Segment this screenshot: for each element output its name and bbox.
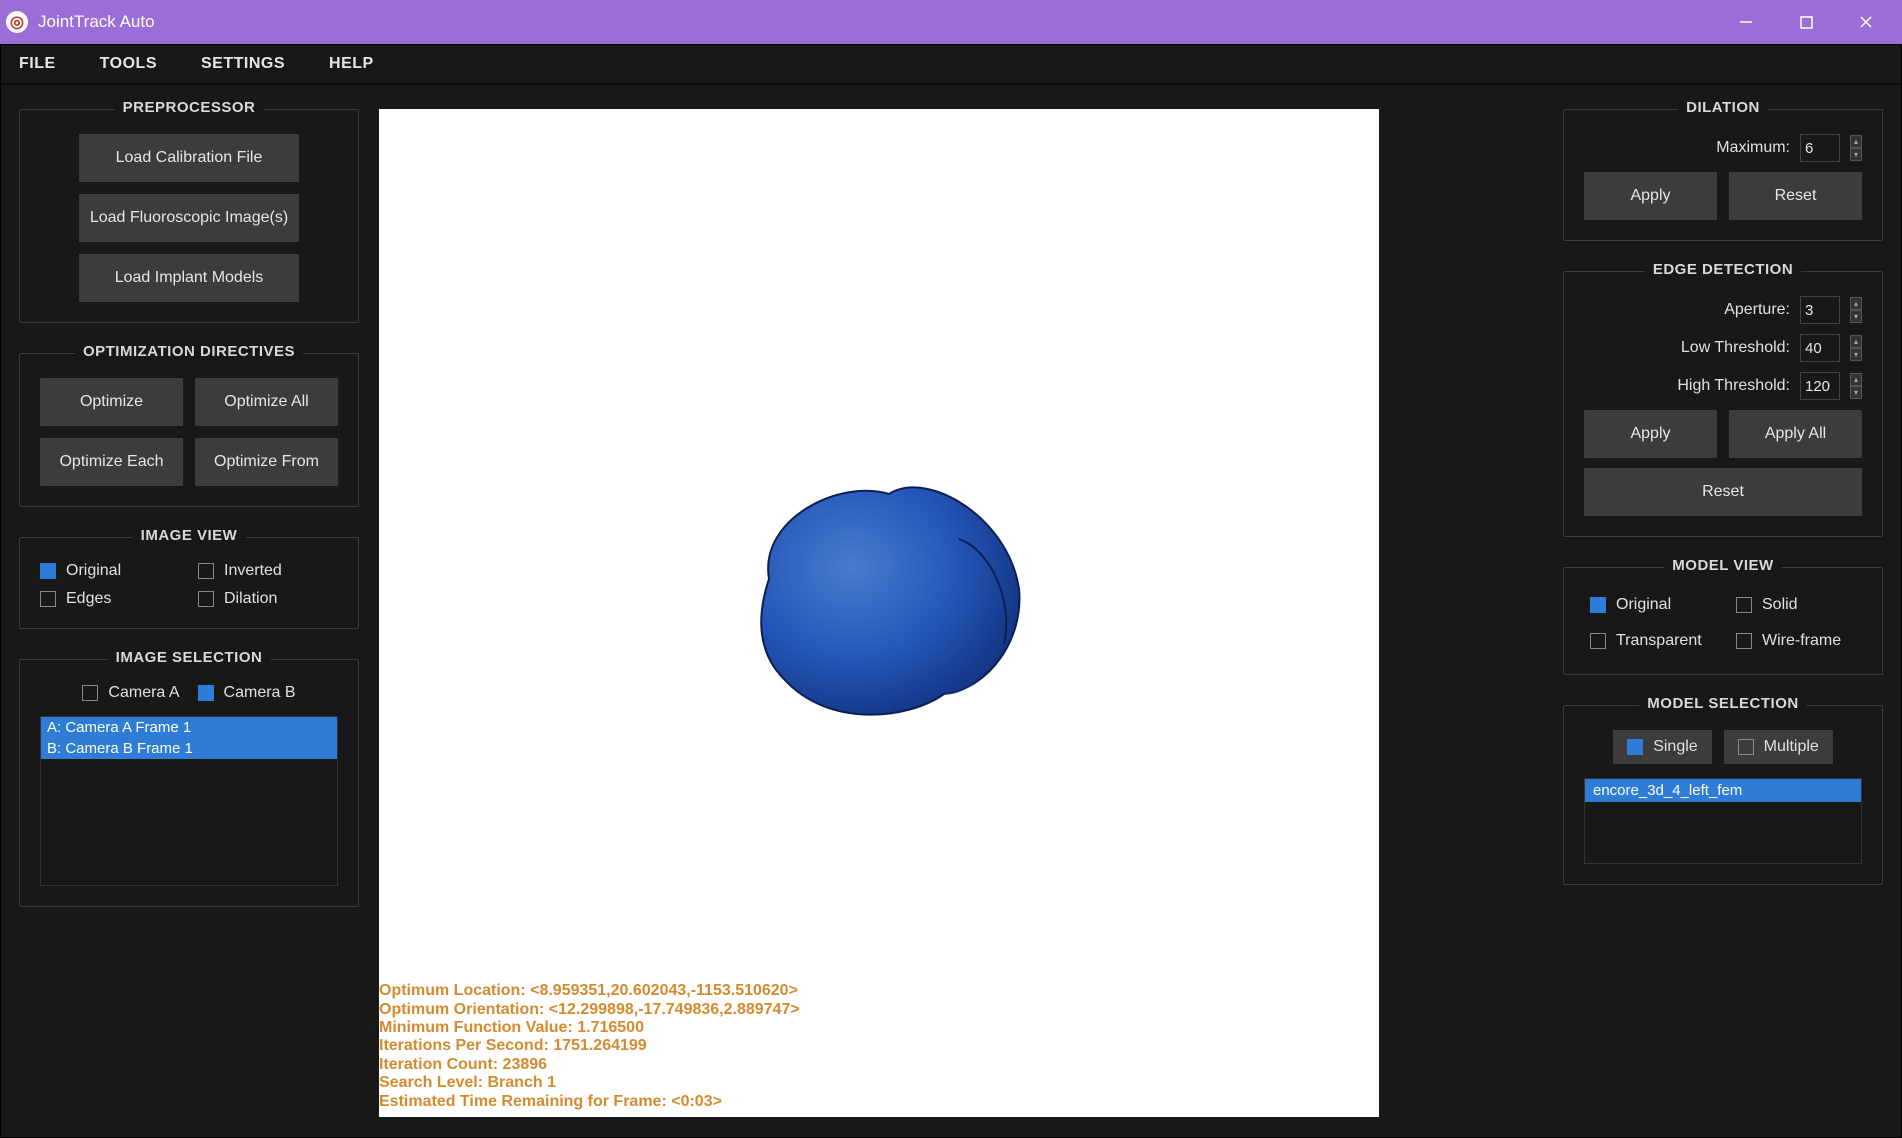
dilation-panel: DILATION Maximum: ▴▾ Apply Reset — [1563, 109, 1883, 241]
optimization-title: OPTIMIZATION DIRECTIVES — [75, 343, 303, 360]
image-view-inverted-checkbox[interactable]: Inverted — [198, 562, 338, 580]
load-calibration-button[interactable]: Load Calibration File — [79, 134, 299, 182]
optimize-each-button[interactable]: Optimize Each — [40, 438, 183, 486]
optimize-all-button[interactable]: Optimize All — [195, 378, 338, 426]
viewport[interactable]: Optimum Location: <8.959351,20.602043,-1… — [379, 109, 1379, 1117]
image-view-panel: IMAGE VIEW Original Inverted Edges Dilat… — [19, 537, 359, 629]
load-implant-button[interactable]: Load Implant Models — [79, 254, 299, 302]
model-view-panel: MODEL VIEW Original Solid Transparent Wi… — [1563, 567, 1883, 675]
image-view-edges-checkbox[interactable]: Edges — [40, 590, 180, 608]
menu-tools[interactable]: TOOLS — [100, 55, 157, 73]
dilation-title: DILATION — [1678, 99, 1768, 116]
optimization-panel: OPTIMIZATION DIRECTIVES Optimize Optimiz… — [19, 353, 359, 507]
aperture-input[interactable] — [1800, 296, 1840, 324]
list-item[interactable]: encore_3d_4_left_fem — [1585, 779, 1861, 802]
preprocessor-panel: PREPROCESSOR Load Calibration File Load … — [19, 109, 359, 323]
overlay-line: Estimated Time Remaining for Frame: <0:0… — [379, 1093, 800, 1111]
overlay-line: Optimum Orientation: <12.299898,-17.7498… — [379, 1001, 800, 1019]
titlebar[interactable]: ◎ JointTrack Auto — [0, 0, 1902, 44]
image-view-dilation-checkbox[interactable]: Dilation — [198, 590, 338, 608]
image-selection-panel: IMAGE SELECTION Camera A Camera B A: Cam… — [19, 659, 359, 907]
status-overlay: Optimum Location: <8.959351,20.602043,-1… — [379, 978, 800, 1117]
overlay-line: Search Level: Branch 1 — [379, 1074, 800, 1092]
high-threshold-input[interactable] — [1800, 372, 1840, 400]
dilation-apply-button[interactable]: Apply — [1584, 172, 1717, 220]
edge-apply-button[interactable]: Apply — [1584, 410, 1717, 458]
model-selection-single[interactable]: Single — [1613, 730, 1711, 764]
maximize-button[interactable] — [1776, 0, 1836, 44]
close-button[interactable] — [1836, 0, 1896, 44]
model-selection-multiple[interactable]: Multiple — [1724, 730, 1833, 764]
menu-settings[interactable]: SETTINGS — [201, 55, 285, 73]
minimize-button[interactable] — [1716, 0, 1776, 44]
implant-model-render — [709, 459, 1049, 739]
app-icon: ◎ — [6, 11, 28, 33]
menu-file[interactable]: FILE — [19, 55, 56, 73]
dilation-reset-button[interactable]: Reset — [1729, 172, 1862, 220]
high-threshold-label: High Threshold: — [1677, 377, 1790, 395]
load-fluoroscopic-button[interactable]: Load Fluoroscopic Image(s) — [79, 194, 299, 242]
overlay-line: Minimum Function Value: 1.716500 — [379, 1019, 800, 1037]
window-title: JointTrack Auto — [38, 12, 155, 32]
high-threshold-spinner[interactable]: ▴▾ — [1850, 373, 1862, 399]
overlay-line: Iteration Count: 23896 — [379, 1056, 800, 1074]
aperture-label: Aperture: — [1724, 301, 1790, 319]
menu-help[interactable]: HELP — [329, 55, 374, 73]
edge-detection-title: EDGE DETECTION — [1645, 261, 1801, 278]
low-threshold-spinner[interactable]: ▴▾ — [1850, 335, 1862, 361]
list-item[interactable]: B: Camera B Frame 1 — [41, 738, 337, 759]
camera-a-checkbox[interactable]: Camera A — [82, 684, 179, 702]
image-selection-list[interactable]: A: Camera A Frame 1 B: Camera B Frame 1 — [40, 716, 338, 886]
image-selection-title: IMAGE SELECTION — [108, 649, 271, 666]
overlay-line: Optimum Location: <8.959351,20.602043,-1… — [379, 982, 800, 1000]
overlay-line: Iterations Per Second: 1751.264199 — [379, 1037, 800, 1055]
optimize-from-button[interactable]: Optimize From — [195, 438, 338, 486]
image-view-original-checkbox[interactable]: Original — [40, 562, 180, 580]
model-view-transparent-checkbox[interactable]: Transparent — [1584, 628, 1716, 654]
low-threshold-label: Low Threshold: — [1681, 339, 1790, 357]
edge-detection-panel: EDGE DETECTION Aperture: ▴▾ Low Threshol… — [1563, 271, 1883, 537]
preprocessor-title: PREPROCESSOR — [115, 99, 264, 116]
model-view-title: MODEL VIEW — [1664, 557, 1781, 574]
edge-apply-all-button[interactable]: Apply All — [1729, 410, 1862, 458]
optimize-button[interactable]: Optimize — [40, 378, 183, 426]
model-view-solid-checkbox[interactable]: Solid — [1730, 592, 1862, 618]
list-item[interactable]: A: Camera A Frame 1 — [41, 717, 337, 738]
model-selection-title: MODEL SELECTION — [1639, 695, 1806, 712]
model-view-wireframe-checkbox[interactable]: Wire-frame — [1730, 628, 1862, 654]
low-threshold-input[interactable] — [1800, 334, 1840, 362]
menubar: FILE TOOLS SETTINGS HELP — [1, 45, 1901, 85]
dilation-maximum-input[interactable] — [1800, 134, 1840, 162]
model-selection-panel: MODEL SELECTION Single Multiple encore_3… — [1563, 705, 1883, 885]
dilation-maximum-spinner[interactable]: ▴▾ — [1850, 135, 1862, 161]
aperture-spinner[interactable]: ▴▾ — [1850, 297, 1862, 323]
edge-reset-button[interactable]: Reset — [1584, 468, 1862, 516]
camera-b-checkbox[interactable]: Camera B — [198, 684, 296, 702]
dilation-maximum-label: Maximum: — [1716, 139, 1790, 157]
image-view-title: IMAGE VIEW — [133, 527, 246, 544]
model-selection-list[interactable]: encore_3d_4_left_fem — [1584, 778, 1862, 864]
model-view-original-checkbox[interactable]: Original — [1584, 592, 1716, 618]
